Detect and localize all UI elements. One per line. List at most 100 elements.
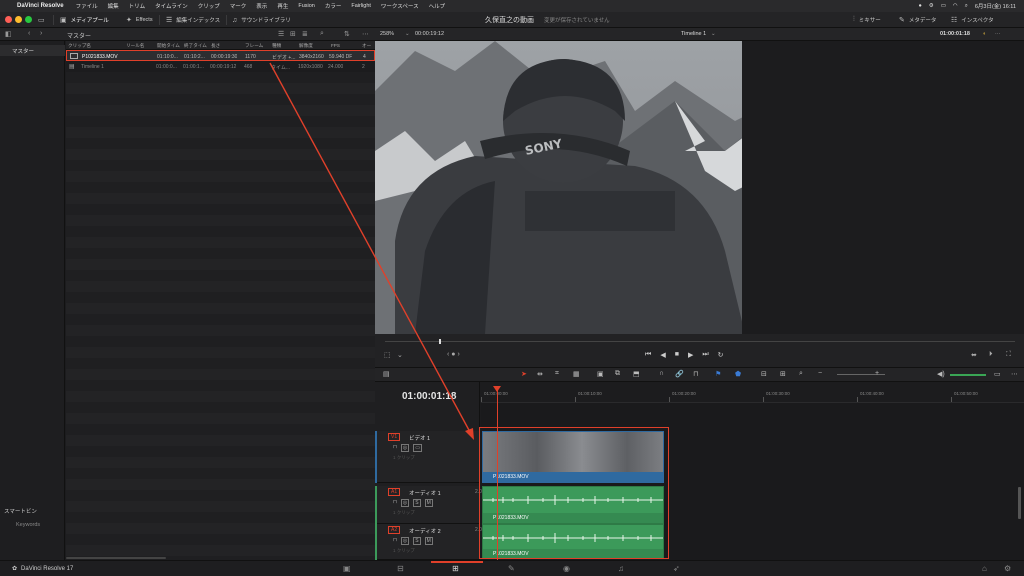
- scrub-handle[interactable]: [439, 339, 441, 344]
- list-view-icon[interactable]: ☰: [278, 30, 284, 38]
- zoom-in-icon[interactable]: +: [875, 370, 879, 377]
- scrub-bar[interactable]: [385, 341, 1015, 342]
- auto-select-icon[interactable]: ◎: [400, 444, 410, 452]
- track-header-a1[interactable]: A1 オーディオ 1 2.0 ⊓ ◎ S M 1 クリップ: [377, 486, 482, 524]
- loop-icon[interactable]: ↻: [718, 351, 724, 359]
- overwrite-clip-icon[interactable]: ▣: [597, 370, 604, 378]
- edit-index-button[interactable]: ☰ 編集インデックス: [166, 15, 220, 25]
- fusion-page-icon[interactable]: ✎: [508, 564, 515, 573]
- menu-edit[interactable]: 編集: [108, 2, 119, 10]
- sort-icon[interactable]: ⇅: [344, 30, 350, 38]
- auto-select-icon[interactable]: ◎: [400, 499, 410, 507]
- zoom-chevron-icon[interactable]: ⌄: [405, 31, 410, 37]
- jog-control-icon[interactable]: ‹ ● ›: [447, 351, 460, 358]
- grid-view-icon[interactable]: ⊞: [290, 30, 296, 38]
- fairlight-page-icon[interactable]: ♫: [618, 564, 624, 573]
- battery-icon[interactable]: ▭: [941, 3, 946, 9]
- timeline-timecode[interactable]: 01:00:01:18: [402, 391, 456, 402]
- place-on-top-icon[interactable]: ⬒: [633, 370, 640, 378]
- wifi-icon[interactable]: ◠: [953, 3, 958, 9]
- col-duration[interactable]: 長さ: [211, 43, 220, 49]
- clip-row-p1021833[interactable]: P1021833.MOV 01:10:0... 01:10:2... 00:00…: [66, 50, 375, 61]
- menu-help[interactable]: ヘルプ: [429, 2, 446, 10]
- zoom-detail-icon[interactable]: ⊞: [780, 370, 786, 378]
- back-icon[interactable]: ‹: [28, 30, 30, 37]
- clock[interactable]: 6月3日(金) 16:11: [975, 2, 1016, 10]
- link-icon[interactable]: 🔗: [675, 370, 684, 378]
- clip-row-timeline-1[interactable]: ▤ Timeline 1 01:00:0... 01:00:1... 00:00…: [66, 61, 375, 72]
- track-tag-a2[interactable]: A2: [388, 526, 401, 534]
- menu-trim[interactable]: トリム: [129, 2, 146, 10]
- col-resolution[interactable]: 解像度: [299, 43, 313, 49]
- track-tag-a1[interactable]: A1: [388, 488, 401, 496]
- viewer-mode-chevron-icon[interactable]: ⌄: [397, 351, 403, 359]
- track-header-v1[interactable]: V1 ビデオ 1 ⊓ ◎ ▭ 1 クリップ: [377, 431, 480, 483]
- viewer-mode-icon[interactable]: ⬚: [384, 351, 391, 359]
- selection-tool-icon[interactable]: ➤: [521, 370, 527, 378]
- timeline-more-icon[interactable]: ⋯: [1011, 370, 1018, 378]
- marker-icon[interactable]: ⬟: [735, 370, 741, 378]
- audio-meter-icon[interactable]: ▭: [994, 370, 1001, 378]
- snapping-icon[interactable]: ∩: [659, 370, 664, 377]
- mixer-button[interactable]: ⫶ ミキサー: [853, 15, 881, 25]
- play-icon[interactable]: ▶: [688, 351, 693, 359]
- volume-slider[interactable]: [950, 374, 986, 376]
- fullscreen-icon[interactable]: ⛶: [1006, 351, 1011, 359]
- detail-view-icon[interactable]: ≣: [302, 30, 308, 38]
- next-edit-icon[interactable]: ⏵: [989, 351, 993, 359]
- deliver-page-icon[interactable]: ➶: [673, 564, 680, 573]
- forward-icon[interactable]: ›: [40, 30, 42, 37]
- more-icon[interactable]: ⋯: [362, 30, 369, 38]
- insert-clip-icon[interactable]: ▦: [573, 370, 580, 378]
- timeline-chevron-icon[interactable]: ⌄: [711, 31, 716, 37]
- zoom-window-icon[interactable]: [25, 16, 32, 23]
- monitor-toggle-button[interactable]: ▭: [38, 15, 45, 25]
- col-reel-name[interactable]: リール名: [126, 43, 144, 49]
- menu-timeline[interactable]: タイムライン: [155, 2, 188, 10]
- solo-icon[interactable]: S: [413, 499, 421, 507]
- match-frame-icon[interactable]: ⬌: [971, 351, 977, 359]
- menu-color[interactable]: カラー: [325, 2, 342, 10]
- search-icon[interactable]: ⌕: [320, 30, 324, 38]
- trim-tool-icon[interactable]: ⇹: [537, 370, 543, 378]
- menu-clip[interactable]: クリップ: [198, 2, 220, 10]
- timeline-ruler[interactable]: 01:00:00:00 01:00:10:00 01:00:20:00 01:0…: [481, 382, 1024, 403]
- media-pool-button[interactable]: ▣ メディアプール: [60, 15, 109, 25]
- col-fps[interactable]: FPS: [331, 43, 340, 48]
- timeline-view-icon[interactable]: ▤: [383, 370, 390, 378]
- cut-page-icon[interactable]: ⊟: [397, 564, 404, 573]
- flag-icon[interactable]: ⚑: [715, 370, 721, 378]
- menu-fusion[interactable]: Fusion: [298, 3, 315, 9]
- lock-icon[interactable]: ⊓: [693, 370, 698, 378]
- app-name-menu[interactable]: DaVinci Resolve: [17, 3, 64, 9]
- color-page-icon[interactable]: ◉: [563, 564, 570, 573]
- mute-icon[interactable]: M: [424, 537, 433, 545]
- effects-button[interactable]: ✦ Effects: [126, 15, 153, 25]
- col-frames[interactable]: フレーム: [245, 43, 263, 49]
- zoom-custom-icon[interactable]: ⌕: [799, 370, 803, 378]
- blade-tool-icon[interactable]: ⌗: [555, 370, 559, 378]
- menu-playback[interactable]: 再生: [277, 2, 288, 10]
- menu-mark[interactable]: マーク: [230, 2, 247, 10]
- reverse-play-icon[interactable]: ◀: [660, 351, 665, 359]
- menu-file[interactable]: ファイル: [76, 2, 98, 10]
- replace-clip-icon[interactable]: ⧉: [615, 370, 620, 378]
- lock-track-icon[interactable]: ⊓: [393, 499, 397, 507]
- auto-select-icon[interactable]: ◎: [400, 537, 410, 545]
- zoom-full-icon[interactable]: ⊟: [761, 370, 767, 378]
- menu-workspace[interactable]: ワークスペース: [381, 2, 419, 10]
- metadata-button[interactable]: ✎ メタデータ: [899, 15, 936, 25]
- track-visibility-icon[interactable]: ▭: [413, 444, 423, 452]
- viewer-zoom[interactable]: 258%: [380, 31, 394, 37]
- track-tag-v1[interactable]: V1: [388, 433, 401, 441]
- smart-bins-heading[interactable]: スマートビン: [4, 507, 37, 515]
- media-page-icon[interactable]: ▣: [343, 564, 351, 573]
- col-clip-name[interactable]: クリップ名: [68, 43, 91, 49]
- go-to-start-icon[interactable]: ⏮: [645, 351, 651, 359]
- stop-icon[interactable]: ■: [675, 351, 679, 359]
- control-center-icon[interactable]: ⚙: [929, 3, 934, 9]
- timeline-vertical-scrollbar[interactable]: [1018, 487, 1021, 519]
- home-icon[interactable]: ⌂: [982, 564, 987, 573]
- timeline-selector[interactable]: Timeline 1: [681, 31, 706, 37]
- col-audio[interactable]: オー: [362, 43, 371, 49]
